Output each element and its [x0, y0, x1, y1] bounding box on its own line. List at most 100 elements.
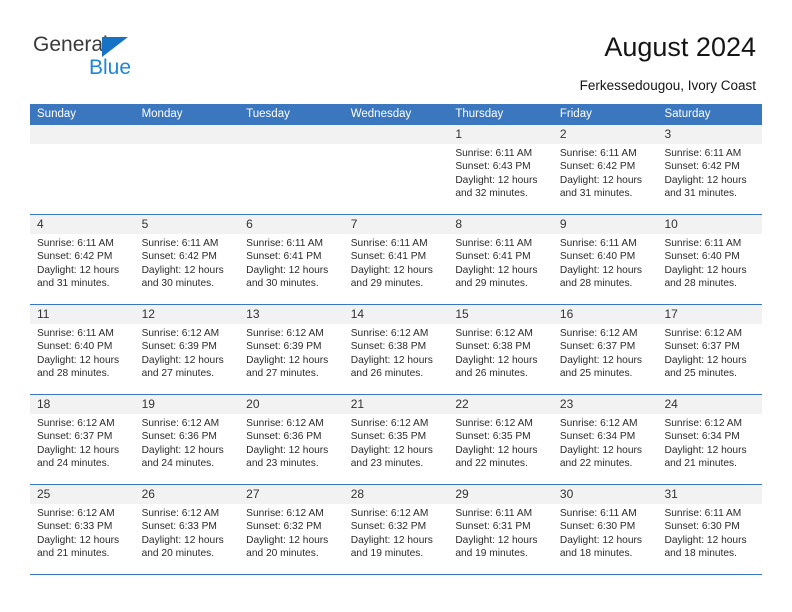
day-number: 16: [559, 307, 574, 321]
day-number: 9: [559, 217, 567, 231]
calendar-day-cell[interactable]: 11 Sunrise: 6:11 AM Sunset: 6:40 PM Dayligh…: [30, 305, 135, 394]
calendar-day-cell[interactable]: 3 Sunrise: 6:11 AM Sunset: 6:42 PM Daylight…: [657, 125, 763, 214]
day-info-line: Sunset: 6:31 PM: [455, 521, 531, 533]
day-number-band: 17: [657, 305, 763, 324]
day-info-line: Sunset: 6:40 PM: [664, 251, 740, 263]
day-info-line: Sunset: 6:38 PM: [455, 341, 531, 353]
calendar-day-cell[interactable]: 30 Sunrise: 6:11 AM Sunset: 6:30 PM Dayligh…: [552, 485, 658, 574]
calendar-day-cell[interactable]: 17 Sunrise: 6:12 AM Sunset: 6:37 PM Dayligh…: [657, 305, 763, 394]
day-info-line: Sunrise: 6:11 AM: [455, 238, 533, 249]
day-info-line: Sunset: 6:40 PM: [559, 251, 636, 263]
weekday-header-friday: Friday: [559, 108, 592, 120]
day-number: 3: [664, 127, 672, 141]
calendar-day-cell[interactable]: 16 Sunrise: 6:12 AM Sunset: 6:37 PM Dayligh…: [552, 305, 658, 394]
day-number: 12: [141, 307, 155, 321]
day-sun-info: Sunrise: 6:11 AM Sunset: 6:30 PM Daylight:…: [553, 504, 658, 561]
calendar-day-cell[interactable]: 8 Sunrise: 6:11 AM Sunset: 6:41 PM Daylight…: [448, 215, 553, 304]
day-info-line: Daylight: 12 hours: [664, 174, 747, 186]
day-info-line: Daylight: 12 hours: [559, 534, 643, 546]
calendar-day-cell[interactable]: 28 Sunrise: 6:12 AM Sunset: 6:32 PM Dayligh…: [343, 485, 449, 574]
day-number-band: 19: [134, 395, 240, 414]
day-info-line: Daylight: 12 hours: [246, 444, 329, 456]
day-info-line: Sunrise: 6:11 AM: [664, 238, 742, 249]
day-info-line: Daylight: 12 hours: [664, 534, 747, 546]
calendar-day-cell[interactable]: 7 Sunrise: 6:11 AM Sunset: 6:41 PM Daylight…: [343, 215, 449, 304]
day-number-band: [30, 125, 135, 144]
calendar-day-cell[interactable]: 26 Sunrise: 6:12 AM Sunset: 6:33 PM Dayligh…: [134, 485, 240, 574]
day-sun-info: Sunrise: 6:12 AM Sunset: 6:39 PM Daylight:…: [135, 324, 240, 381]
logo-triangle-icon: [102, 37, 128, 57]
calendar-day-cell[interactable]: 1 Sunrise: 6:11 AM Sunset: 6:43 PM Daylight…: [448, 125, 553, 214]
day-sun-info: Sunrise: 6:11 AM Sunset: 6:42 PM Daylight:…: [553, 144, 658, 201]
day-info-line: Sunset: 6:34 PM: [559, 431, 636, 443]
calendar-day-cell[interactable]: 18 Sunrise: 6:12 AM Sunset: 6:37 PM Dayligh…: [30, 395, 135, 484]
calendar-day-cell[interactable]: 10 Sunrise: 6:11 AM Sunset: 6:40 PM Dayligh…: [657, 215, 763, 304]
day-info-line: Sunset: 6:41 PM: [350, 251, 427, 263]
day-info-line: and 21 minutes.: [664, 458, 737, 470]
day-sun-info: Sunrise: 6:11 AM Sunset: 6:41 PM Daylight:…: [239, 234, 344, 291]
calendar-day-cell[interactable]: 20 Sunrise: 6:12 AM Sunset: 6:36 PM Dayligh…: [239, 395, 344, 484]
calendar-day-cell-empty: [343, 125, 449, 214]
day-info-line: Sunrise: 6:12 AM: [350, 328, 429, 339]
day-info-line: Daylight: 12 hours: [246, 354, 329, 366]
day-info-line: and 18 minutes.: [664, 548, 737, 560]
day-sun-info: Sunrise: 6:11 AM Sunset: 6:42 PM Daylight:…: [30, 234, 135, 291]
day-sun-info: Sunrise: 6:12 AM Sunset: 6:32 PM Daylight:…: [344, 504, 449, 561]
calendar-day-cell[interactable]: 14 Sunrise: 6:12 AM Sunset: 6:38 PM Dayligh…: [343, 305, 449, 394]
day-info-line: Daylight: 12 hours: [664, 264, 747, 276]
calendar-day-cell[interactable]: 15 Sunrise: 6:12 AM Sunset: 6:38 PM Dayligh…: [448, 305, 553, 394]
day-info-line: and 18 minutes.: [559, 548, 633, 560]
day-info-line: Daylight: 12 hours: [559, 174, 643, 186]
day-info-line: Sunrise: 6:12 AM: [559, 418, 638, 429]
calendar-day-cell[interactable]: 31 Sunrise: 6:11 AM Sunset: 6:30 PM Dayligh…: [657, 485, 763, 574]
day-sun-info: Sunrise: 6:12 AM Sunset: 6:38 PM Daylight:…: [448, 324, 553, 381]
day-info-line: Daylight: 12 hours: [141, 354, 224, 366]
day-info-line: and 30 minutes.: [246, 278, 319, 290]
calendar-day-cell[interactable]: 2 Sunrise: 6:11 AM Sunset: 6:42 PM Daylight…: [552, 125, 658, 214]
calendar-day-cell[interactable]: 19 Sunrise: 6:12 AM Sunset: 6:36 PM Dayligh…: [134, 395, 240, 484]
calendar-day-cell[interactable]: 21 Sunrise: 6:12 AM Sunset: 6:35 PM Dayligh…: [343, 395, 449, 484]
day-info-line: Daylight: 12 hours: [37, 264, 120, 276]
calendar-week-row: 18 Sunrise: 6:12 AM Sunset: 6:37 PM Dayligh…: [30, 395, 763, 485]
calendar-day-cell[interactable]: 23 Sunrise: 6:12 AM Sunset: 6:34 PM Dayligh…: [552, 395, 658, 484]
day-info-line: Sunrise: 6:12 AM: [141, 418, 220, 429]
calendar-day-cell[interactable]: 6 Sunrise: 6:11 AM Sunset: 6:41 PM Daylight…: [239, 215, 344, 304]
calendar-day-cell[interactable]: 29 Sunrise: 6:11 AM Sunset: 6:31 PM Dayligh…: [448, 485, 553, 574]
day-info-line: Sunset: 6:42 PM: [141, 251, 217, 263]
day-sun-info: Sunrise: 6:12 AM Sunset: 6:35 PM Daylight:…: [448, 414, 553, 471]
day-info-line: and 25 minutes.: [559, 368, 633, 380]
day-number-band: [343, 125, 449, 144]
calendar-day-cell[interactable]: 12 Sunrise: 6:12 AM Sunset: 6:39 PM Dayligh…: [134, 305, 240, 394]
day-info-line: Sunset: 6:33 PM: [141, 521, 217, 533]
calendar-day-cell[interactable]: 13 Sunrise: 6:12 AM Sunset: 6:39 PM Dayligh…: [239, 305, 344, 394]
day-info-line: Sunrise: 6:11 AM: [559, 238, 637, 249]
day-sun-info: Sunrise: 6:12 AM Sunset: 6:36 PM Daylight:…: [135, 414, 240, 471]
day-number: 25: [37, 487, 51, 501]
day-info-line: and 20 minutes.: [141, 548, 215, 560]
day-number-band: 1: [448, 125, 553, 144]
day-info-line: Sunset: 6:35 PM: [350, 431, 427, 443]
day-sun-info: Sunrise: 6:12 AM Sunset: 6:38 PM Daylight:…: [344, 324, 449, 381]
day-info-line: Sunrise: 6:12 AM: [141, 508, 220, 519]
day-info-line: Daylight: 12 hours: [350, 534, 433, 546]
day-info-line: Sunset: 6:38 PM: [350, 341, 427, 353]
day-number-band: 24: [657, 395, 763, 414]
calendar-day-cell[interactable]: 4 Sunrise: 6:11 AM Sunset: 6:42 PM Daylight…: [30, 215, 135, 304]
day-sun-info: Sunrise: 6:12 AM Sunset: 6:37 PM Daylight:…: [657, 324, 762, 381]
day-number: 5: [141, 217, 149, 231]
day-info-line: Sunrise: 6:12 AM: [350, 508, 429, 519]
day-sun-info: Sunrise: 6:12 AM Sunset: 6:37 PM Daylight:…: [30, 414, 135, 471]
calendar-day-cell[interactable]: 27 Sunrise: 6:12 AM Sunset: 6:32 PM Dayligh…: [239, 485, 344, 574]
day-number-band: 31: [657, 485, 763, 504]
calendar-day-cell[interactable]: 22 Sunrise: 6:12 AM Sunset: 6:35 PM Dayligh…: [448, 395, 553, 484]
day-info-line: and 32 minutes.: [455, 188, 528, 200]
day-info-line: Sunset: 6:37 PM: [664, 341, 740, 353]
calendar-day-cell[interactable]: 25 Sunrise: 6:12 AM Sunset: 6:33 PM Dayligh…: [30, 485, 135, 574]
calendar-day-cell[interactable]: 24 Sunrise: 6:12 AM Sunset: 6:34 PM Dayligh…: [657, 395, 763, 484]
day-info-line: and 29 minutes.: [350, 278, 424, 290]
calendar-day-cell[interactable]: 9 Sunrise: 6:11 AM Sunset: 6:40 PM Daylight…: [552, 215, 658, 304]
calendar-day-cell[interactable]: 5 Sunrise: 6:11 AM Sunset: 6:42 PM Daylight…: [134, 215, 240, 304]
day-info-line: Sunrise: 6:12 AM: [664, 328, 743, 339]
general-blue-logo[interactable]: General Blue: [33, 33, 173, 83]
day-info-line: and 31 minutes.: [559, 188, 633, 200]
